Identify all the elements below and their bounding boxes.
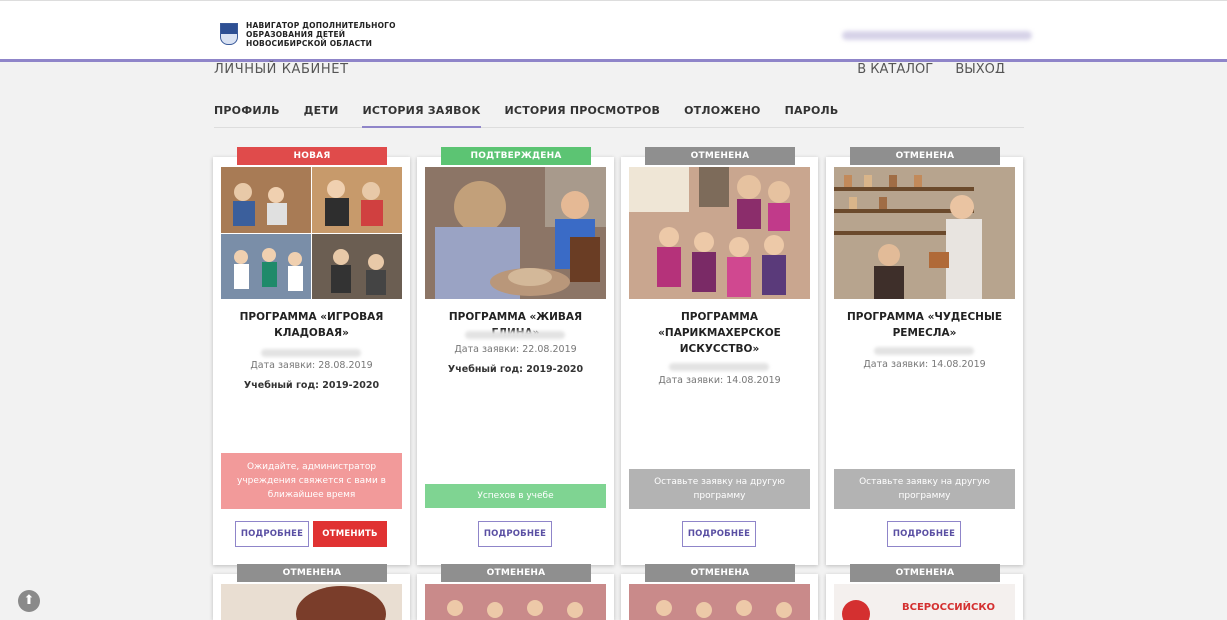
- status-line: Ожидайте, администратор: [246, 462, 377, 472]
- tab-request-history[interactable]: ИСТОРИЯ ЗАЯВОК: [362, 104, 481, 128]
- logout-link[interactable]: ВЫХОД: [955, 62, 1005, 73]
- program-photo[interactable]: [425, 584, 606, 620]
- profile-tabs: ПРОФИЛЬ ДЕТИ ИСТОРИЯ ЗАЯВОК ИСТОРИЯ ПРОС…: [214, 104, 1024, 128]
- request-card: ОТМЕНЕНА ПРОГРАММА «ПАРИКМАХЕРСКОЕ ИСКУС…: [621, 147, 818, 565]
- program-photo[interactable]: [221, 584, 402, 620]
- request-card: ОТМЕНЕНА: [213, 564, 410, 620]
- request-date: Дата заявки: 14.08.2019: [658, 375, 781, 386]
- user-name-blurred[interactable]: [842, 31, 1032, 40]
- title-line: РЕМЕСЛА»: [892, 327, 957, 339]
- tab-password[interactable]: ПАРОЛЬ: [785, 104, 839, 128]
- brand-line: НАВИГАТОР ДОПОЛНИТЕЛЬНОГО: [246, 21, 396, 30]
- request-date: Дата заявки: 22.08.2019: [454, 344, 577, 355]
- tab-postponed[interactable]: ОТЛОЖЕНО: [684, 104, 760, 128]
- status-line: учреждения свяжется с вами в: [237, 476, 386, 486]
- status-badge: НОВАЯ: [237, 147, 387, 165]
- program-title[interactable]: ПРОГРАММА «ИГРОВАЯ КЛАДОВАЯ»: [223, 309, 400, 341]
- title-line: ПРОГРАММА: [681, 311, 758, 323]
- details-button[interactable]: ПОДРОБНЕЕ: [887, 521, 961, 547]
- program-photo[interactable]: [834, 167, 1015, 299]
- cancel-button[interactable]: ОТМЕНИТЬ: [313, 521, 387, 547]
- tab-children[interactable]: ДЕТИ: [304, 104, 339, 128]
- catalog-link[interactable]: В КАТАЛОГ: [857, 62, 933, 73]
- status-line: программу: [898, 491, 951, 501]
- status-badge: ОТМЕНЕНА: [850, 564, 1000, 582]
- request-card: НОВАЯ ПРОГРАММА «ИГРОВАЯ КЛАДОВАЯ» Дата …: [213, 147, 410, 565]
- organization-blurred: [874, 347, 974, 355]
- status-message: Успехов в учебе: [425, 484, 606, 508]
- request-card: ОТМЕНЕНА: [621, 564, 818, 620]
- brand-line: ОБРАЗОВАНИЯ ДЕТЕЙ: [246, 30, 346, 39]
- status-badge: ОТМЕНЕНА: [237, 564, 387, 582]
- poster-text: ВСЕРОССИЙСКО: [902, 602, 996, 613]
- status-badge: ОТМЕНЕНА: [850, 147, 1000, 165]
- title-line: ПРОГРАММА «ИГРОВАЯ: [239, 311, 384, 323]
- organization-blurred: [261, 349, 361, 357]
- request-date: Дата заявки: 14.08.2019: [863, 359, 986, 370]
- request-card: ПОДТВЕРЖДЕНА ПРОГРАММА «ЖИВАЯ ГЛИНА» Дат…: [417, 147, 614, 565]
- title-line: «ПАРИКМАХЕРСКОЕ: [658, 327, 781, 339]
- details-button[interactable]: ПОДРОБНЕЕ: [235, 521, 309, 547]
- status-message: Оставьте заявку на другую программу: [629, 469, 810, 509]
- program-photo[interactable]: [629, 167, 810, 299]
- status-message: Ожидайте, администратор учреждения свяже…: [221, 453, 402, 509]
- status-badge: ПОДТВЕРЖДЕНА: [441, 147, 591, 165]
- title-line: ИСКУССТВО»: [679, 343, 760, 355]
- status-line: Оставьте заявку на другую: [859, 477, 990, 487]
- status-line: Оставьте заявку на другую: [654, 477, 785, 487]
- organization-blurred: [669, 363, 769, 371]
- status-line: программу: [693, 491, 746, 501]
- page-title: ЛИЧНЫЙ КАБИНЕТ: [214, 62, 349, 73]
- status-line: ближайшее время: [267, 490, 356, 500]
- status-badge: ОТМЕНЕНА: [441, 564, 591, 582]
- program-photo[interactable]: [425, 167, 606, 299]
- status-message: Оставьте заявку на другую программу: [834, 469, 1015, 509]
- scroll-up-icon[interactable]: ⬆: [18, 590, 40, 612]
- brand-line: НОВОСИБИРСКОЙ ОБЛАСТИ: [246, 39, 373, 48]
- program-photo[interactable]: [629, 584, 810, 620]
- school-year: Учебный год: 2019-2020: [447, 364, 584, 375]
- status-line: Успехов в учебе: [477, 491, 554, 501]
- program-photo[interactable]: ВСЕРОССИЙСКО: [834, 584, 1015, 620]
- top-links: В КАТАЛОГ ВЫХОД: [839, 60, 1005, 73]
- title-line: КЛАДОВАЯ»: [274, 327, 349, 339]
- title-line: ПРОГРАММА «ЧУДЕСНЫЕ: [846, 311, 1003, 323]
- request-card: ОТМЕНЕНА ВСЕРОССИЙСКО: [826, 564, 1023, 620]
- tab-profile[interactable]: ПРОФИЛЬ: [214, 104, 280, 128]
- brand-title[interactable]: НАВИГАТОР ДОПОЛНИТЕЛЬНОГО ОБРАЗОВАНИЯ ДЕ…: [246, 21, 396, 48]
- coat-of-arms-icon[interactable]: [220, 23, 238, 45]
- status-badge: ОТМЕНЕНА: [645, 147, 795, 165]
- request-date: Дата заявки: 28.08.2019: [250, 360, 373, 371]
- program-title[interactable]: ПРОГРАММА «ЧУДЕСНЫЕ РЕМЕСЛА»: [836, 309, 1013, 341]
- details-button[interactable]: ПОДРОБНЕЕ: [478, 521, 552, 547]
- program-title[interactable]: ПРОГРАММА «ПАРИКМАХЕРСКОЕ ИСКУССТВО»: [631, 309, 808, 357]
- school-year: Учебный год: 2019-2020: [243, 380, 380, 391]
- status-badge: ОТМЕНЕНА: [645, 564, 795, 582]
- organization-blurred: [465, 331, 565, 339]
- program-photo[interactable]: [221, 167, 402, 299]
- details-button[interactable]: ПОДРОБНЕЕ: [682, 521, 756, 547]
- top-bar: НАВИГАТОР ДОПОЛНИТЕЛЬНОГО ОБРАЗОВАНИЯ ДЕ…: [0, 0, 1227, 62]
- request-card: ОТМЕНЕНА: [417, 564, 614, 620]
- request-card: ОТМЕНЕНА ПРОГРАММА «ЧУДЕСНЫЕ РЕМЕСЛА» Да…: [826, 147, 1023, 565]
- tab-view-history[interactable]: ИСТОРИЯ ПРОСМОТРОВ: [505, 104, 661, 128]
